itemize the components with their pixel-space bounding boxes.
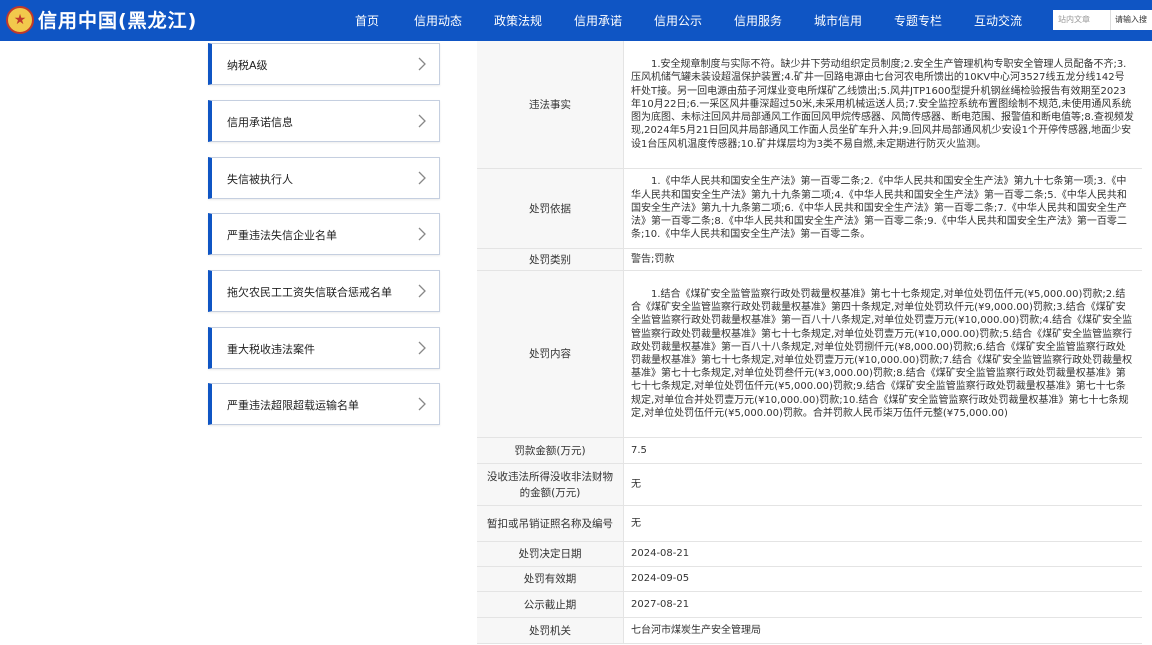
field-label: 处罚决定日期	[477, 542, 624, 566]
table-row: 处罚决定日期 2024-08-21	[477, 542, 1142, 567]
table-row: 违法事实 1.安全规章制度与实际不符。缺少井下劳动组织定员制度;2.安全生产管理…	[477, 41, 1142, 169]
nav-special-column[interactable]: 专题专栏	[894, 12, 974, 29]
national-emblem-icon[interactable]: ★	[6, 6, 34, 34]
table-row: 罚款金额(万元) 7.5	[477, 438, 1142, 464]
nav-policy[interactable]: 政策法规	[494, 12, 574, 29]
table-row: 处罚内容 1.结合《煤矿安全监管监察行政处罚裁量权基准》第七十七条规定,对单位处…	[477, 271, 1142, 438]
chevron-right-icon	[418, 171, 426, 185]
nav-credit-service[interactable]: 信用服务	[734, 12, 814, 29]
nav-credit-news[interactable]: 信用动态	[414, 12, 494, 29]
field-label: 处罚机关	[477, 618, 624, 643]
sidebar-item-label: 纳税A级	[227, 59, 268, 72]
chevron-right-icon	[418, 341, 426, 355]
chevron-right-icon	[418, 284, 426, 298]
sidebar-item-tax-violation[interactable]: 重大税收违法案件	[208, 327, 440, 369]
nav-city-credit[interactable]: 城市信用	[814, 12, 894, 29]
field-label: 罚款金额(万元)	[477, 438, 624, 463]
field-label: 公示截止期	[477, 592, 624, 617]
field-label: 处罚依据	[477, 169, 624, 248]
field-value: 1.结合《煤矿安全监管监察行政处罚裁量权基准》第七十七条规定,对单位处罚伍仟元(…	[631, 288, 1133, 419]
field-label: 没收违法所得没收非法财物的金额(万元)	[477, 464, 624, 505]
search-button[interactable]: 请输入搜	[1110, 10, 1152, 30]
table-row: 处罚依据 1.《中华人民共和国安全生产法》第一百零二条;2.《中华人民共和国安全…	[477, 169, 1142, 249]
sidebar-item-label: 信用承诺信息	[227, 116, 293, 129]
sidebar-item-label: 严重违法失信企业名单	[227, 229, 337, 242]
table-row: 没收违法所得没收非法财物的金额(万元) 无	[477, 464, 1142, 506]
field-value: 2024-09-05	[631, 573, 690, 585]
field-value: 1.安全规章制度与实际不符。缺少井下劳动组织定员制度;2.安全生产管理机构专职安…	[631, 59, 1134, 150]
field-value: 七台河市煤炭生产安全管理局	[631, 624, 761, 636]
search-input[interactable]: 站内文章	[1053, 10, 1115, 30]
site-title[interactable]: 信用中国(黑龙江)	[38, 6, 197, 33]
field-label: 违法事实	[477, 41, 624, 168]
sidebar-item-label: 拖欠农民工工资失信联合惩戒名单	[227, 286, 392, 299]
field-value: 无	[631, 517, 641, 529]
sidebar-item-tax-a[interactable]: 纳税A级	[208, 43, 440, 85]
field-label: 处罚有效期	[477, 567, 624, 591]
sidebar-item-dishonest-debtor[interactable]: 失信被执行人	[208, 157, 440, 199]
table-row: 处罚类别 警告;罚款	[477, 249, 1142, 271]
sidebar-item-label: 重大税收违法案件	[227, 343, 315, 356]
field-value: 7.5	[631, 444, 647, 456]
sidebar-item-label: 失信被执行人	[227, 173, 293, 186]
table-row: 公示截止期 2027-08-21	[477, 592, 1142, 618]
chevron-right-icon	[418, 114, 426, 128]
field-value: 无	[631, 478, 641, 490]
nav-interaction[interactable]: 互动交流	[974, 12, 1044, 29]
sidebar-item-serious-violation[interactable]: 严重违法失信企业名单	[208, 213, 440, 255]
sidebar-item-wage-arrears[interactable]: 拖欠农民工工资失信联合惩戒名单	[208, 270, 440, 312]
field-label: 暂扣或吊销证照名称及编号	[477, 506, 624, 541]
field-value: 2027-08-21	[631, 598, 690, 610]
field-value: 1.《中华人民共和国安全生产法》第一百零二条;2.《中华人民共和国安全生产法》第…	[631, 176, 1127, 241]
nav-home[interactable]: 首页	[355, 12, 414, 29]
chevron-right-icon	[418, 227, 426, 241]
chevron-right-icon	[418, 397, 426, 411]
table-row: 处罚有效期 2024-09-05	[477, 567, 1142, 592]
field-value: 警告;罚款	[631, 253, 675, 265]
table-row: 暂扣或吊销证照名称及编号 无	[477, 506, 1142, 542]
field-label: 处罚内容	[477, 271, 624, 437]
chevron-right-icon	[418, 57, 426, 71]
table-row: 处罚机关 七台河市煤炭生产安全管理局	[477, 618, 1142, 644]
field-label: 处罚类别	[477, 249, 624, 270]
sidebar-item-label: 严重违法超限超载运输名单	[227, 399, 359, 412]
main-nav: 首页 信用动态 政策法规 信用承诺 信用公示 信用服务 城市信用 专题专栏 互动…	[355, 0, 1044, 41]
sidebar-item-credit-commitment[interactable]: 信用承诺信息	[208, 100, 440, 142]
field-value: 2024-08-21	[631, 548, 690, 560]
nav-credit-commitment[interactable]: 信用承诺	[574, 12, 654, 29]
sidebar-item-overload-transport[interactable]: 严重违法超限超载运输名单	[208, 383, 440, 425]
site-header: ★ 信用中国(黑龙江) 首页 信用动态 政策法规 信用承诺 信用公示 信用服务 …	[0, 0, 1152, 41]
nav-credit-publicity[interactable]: 信用公示	[654, 12, 734, 29]
